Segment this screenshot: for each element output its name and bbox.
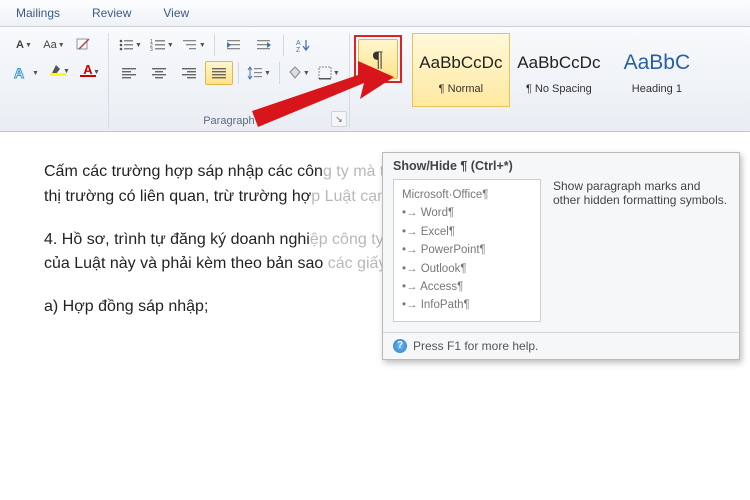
change-case-button[interactable]: Aa▼ [40,33,68,57]
tab-review[interactable]: Review [88,4,135,22]
tooltip-sample-panel: Microsoft·Office¶ •→ Word¶•→ Excel¶•→ Po… [393,179,541,322]
justify-button[interactable] [205,61,233,85]
text-effects-button[interactable]: A▼ [10,61,42,85]
grow-font-button[interactable]: A▼ [10,33,38,57]
shading-button[interactable]: ▼ [285,61,313,85]
multilevel-list-button[interactable]: ▼ [179,33,209,57]
svg-text:Z: Z [296,47,301,52]
align-right-button[interactable] [175,61,203,85]
style-sample: AaBbC [624,45,691,81]
ribbon: A▼ Aa▼ A▼ ▼ A ▼ [0,27,750,132]
tooltip-footer: ? Press F1 for more help. [383,332,739,359]
style-sample: AaBbCcDc [517,45,600,81]
paragraph-group-label: Paragraph [115,114,343,127]
paragraph-dialog-launcher[interactable]: ↘ [331,111,347,127]
numbering-button[interactable]: 123▼ [147,33,177,57]
show-hide-highlight-box: ¶ [354,35,402,83]
svg-text:A: A [296,40,301,47]
svg-text:A: A [14,65,24,81]
increase-indent-button[interactable] [250,33,278,57]
tooltip-sample-item: •→ InfoPath¶ [402,296,532,314]
borders-button[interactable]: ▼ [315,61,343,85]
style-no-spacing[interactable]: AaBbCcDc ¶ No Spacing [510,33,608,107]
style-normal[interactable]: AaBbCcDc ¶ Normal [412,33,510,107]
tooltip-title: Show/Hide ¶ (Ctrl+*) [383,153,739,175]
ribbon-tabs: Mailings Review View [0,0,750,27]
tooltip-sample-item: •→ Access¶ [402,278,532,296]
bullets-button[interactable]: ▼ [115,33,145,57]
tab-mailings[interactable]: Mailings [12,4,64,22]
svg-text:3: 3 [150,47,153,52]
show-hide-button[interactable]: ¶ [358,39,398,79]
style-sample: AaBbCcDc [419,45,502,81]
align-center-button[interactable] [145,61,173,85]
tooltip-sample-item: •→ Outlook¶ [402,260,532,278]
clear-formatting-button[interactable] [70,33,98,57]
separator [214,34,215,56]
highlight-button[interactable]: ▼ [44,61,72,85]
help-icon: ? [393,339,407,353]
show-hide-tooltip: Show/Hide ¶ (Ctrl+*) Microsoft·Office¶ •… [382,152,740,360]
separator [283,34,284,56]
align-left-button[interactable] [115,61,143,85]
tooltip-sample-item: •→ PowerPoint¶ [402,241,532,259]
font-color-button[interactable]: A ▼ [74,61,102,85]
style-heading-1[interactable]: AaBbC Heading 1 [608,33,706,107]
separator [279,62,280,84]
tooltip-sample-item: •→ Word¶ [402,204,532,222]
line-spacing-button[interactable]: ▼ [244,61,274,85]
font-group-label [10,114,102,127]
sort-button[interactable]: AZ [289,33,317,57]
decrease-indent-button[interactable] [220,33,248,57]
styles-gallery: AaBbCcDc ¶ Normal AaBbCcDc ¶ No Spacing … [402,33,706,127]
tab-view[interactable]: View [159,4,193,22]
tooltip-description: Show paragraph marks and other hidden fo… [553,179,729,322]
tooltip-sample-item: •→ Excel¶ [402,223,532,241]
separator [238,62,239,84]
